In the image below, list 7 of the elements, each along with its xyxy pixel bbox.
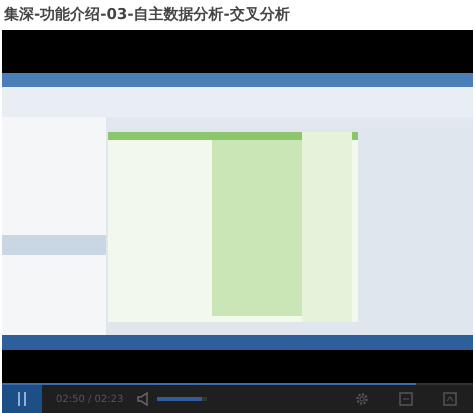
pause-icon: [17, 392, 27, 406]
fullscreen-icon[interactable]: [443, 392, 457, 406]
pause-button[interactable]: [2, 385, 42, 413]
window-icon[interactable]: [399, 392, 413, 406]
settings-icon[interactable]: [355, 392, 369, 406]
volume-icon[interactable]: [137, 392, 150, 406]
page-title: 集深-功能介绍-03-自主数据分析-交叉分析: [3, 4, 291, 25]
